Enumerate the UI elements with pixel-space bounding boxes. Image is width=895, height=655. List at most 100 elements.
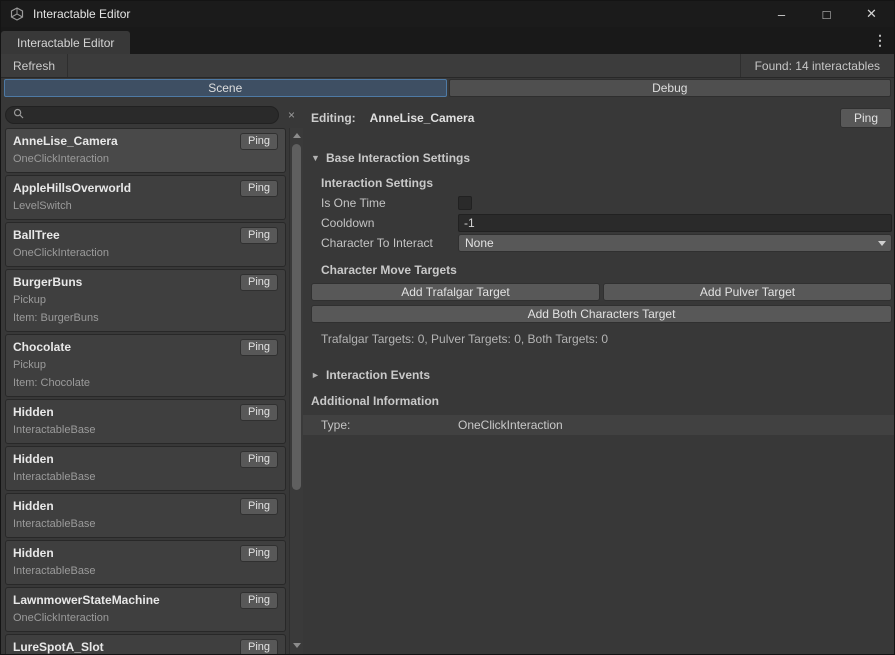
is-one-time-label: Is One Time <box>321 196 458 210</box>
is-one-time-row: Is One Time <box>311 193 892 213</box>
item-type: InteractableBase <box>13 516 278 533</box>
list-item[interactable]: AnneLise_Camera Ping OneClickInteraction <box>5 128 286 173</box>
ping-button[interactable]: Ping <box>240 274 278 291</box>
ping-button[interactable]: Ping <box>240 592 278 609</box>
chevron-down-icon <box>878 241 886 246</box>
search-clear-button[interactable]: × <box>284 108 299 122</box>
cooldown-row: Cooldown <box>311 213 892 233</box>
is-one-time-checkbox[interactable] <box>458 196 472 210</box>
add-pulver-target-button[interactable]: Add Pulver Target <box>603 283 892 301</box>
app-icon <box>9 6 25 22</box>
item-name: LureSpotA_Slot <box>13 639 104 654</box>
ping-button[interactable]: Ping <box>240 227 278 244</box>
add-trafalgar-target-button[interactable]: Add Trafalgar Target <box>311 283 600 301</box>
item-detail: Item: BurgerBuns <box>13 310 278 327</box>
ping-button[interactable]: Ping <box>240 451 278 468</box>
toolbar: Refresh Found: 14 interactables <box>1 54 894 78</box>
tab-interactable-editor[interactable]: Interactable Editor <box>1 31 130 54</box>
list-item[interactable]: Hidden Ping InteractableBase <box>5 446 286 491</box>
content-area: × AnneLise_Camera Ping OneClickInteracti… <box>1 98 894 654</box>
foldout-open-icon: ▼ <box>311 153 320 163</box>
list-area: AnneLise_Camera Ping OneClickInteraction… <box>1 128 303 654</box>
search-icon <box>13 108 24 122</box>
type-value: OneClickInteraction <box>458 418 563 432</box>
item-type: Pickup <box>13 357 278 374</box>
foldout-base-label: Base Interaction Settings <box>326 151 470 165</box>
item-name: Hidden <box>13 451 54 468</box>
item-name: Chocolate <box>13 339 71 356</box>
titlebar: Interactable Editor – □ ✕ <box>1 1 894 27</box>
found-count-label: Found: 14 interactables <box>740 54 894 77</box>
type-label: Type: <box>321 418 458 432</box>
window-title: Interactable Editor <box>33 7 130 21</box>
ping-button[interactable]: Ping <box>240 180 278 197</box>
list-item-header: Hidden Ping <box>13 404 278 421</box>
editing-label: Editing: <box>311 111 356 125</box>
editing-row: Editing: AnneLise_Camera Ping <box>311 108 892 128</box>
interaction-settings-header: Interaction Settings <box>321 176 892 191</box>
inspector-ping-button[interactable]: Ping <box>840 108 892 128</box>
both-target-button-row: Add Both Characters Target <box>311 305 892 323</box>
ping-button[interactable]: Ping <box>240 339 278 356</box>
foldout-events-label: Interaction Events <box>326 368 430 382</box>
cooldown-field[interactable] <box>458 214 892 232</box>
ping-button[interactable]: Ping <box>240 133 278 150</box>
item-name: BallTree <box>13 227 60 244</box>
minimize-button[interactable]: – <box>759 1 804 27</box>
list-item[interactable]: AppleHillsOverworld Ping LevelSwitch <box>5 175 286 220</box>
interactable-editor-window: Interactable Editor – □ ✕ Interactable E… <box>0 0 895 655</box>
item-type: LevelSwitch <box>13 198 278 215</box>
close-button[interactable]: ✕ <box>849 1 894 27</box>
editor-tab-bar: Interactable Editor ⋮ <box>1 27 894 54</box>
targets-summary: Trafalgar Targets: 0, Pulver Targets: 0,… <box>321 332 892 347</box>
list-item-header: Hidden Ping <box>13 545 278 562</box>
character-to-interact-row: Character To Interact None <box>311 233 892 253</box>
list-item[interactable]: BallTree Ping OneClickInteraction <box>5 222 286 267</box>
scroll-down-icon[interactable] <box>290 638 303 652</box>
scrollbar-thumb[interactable] <box>292 144 301 490</box>
mode-tabs: Scene Debug <box>1 78 894 98</box>
list-item[interactable]: Hidden Ping InteractableBase <box>5 493 286 538</box>
ping-button[interactable]: Ping <box>240 639 278 654</box>
character-move-targets-header: Character Move Targets <box>321 263 892 278</box>
item-name: Hidden <box>13 545 54 562</box>
list-item-header: LureSpotA_Slot Ping <box>13 639 278 654</box>
list-item[interactable]: Chocolate Ping Pickup Item: Chocolate <box>5 334 286 397</box>
item-type: Pickup <box>13 292 278 309</box>
list-item-header: AppleHillsOverworld Ping <box>13 180 278 197</box>
additional-information-header: Additional Information <box>311 393 892 409</box>
cooldown-label: Cooldown <box>321 216 458 230</box>
list-item-header: AnneLise_Camera Ping <box>13 133 278 150</box>
item-name: BurgerBuns <box>13 274 82 291</box>
foldout-interaction-events[interactable]: ► Interaction Events <box>311 367 892 383</box>
dropdown-selected-value: None <box>465 236 494 250</box>
scene-list-panel: × AnneLise_Camera Ping OneClickInteracti… <box>1 98 303 654</box>
character-to-interact-dropdown[interactable]: None <box>458 234 892 252</box>
scroll-up-icon[interactable] <box>290 128 303 142</box>
tab-scene[interactable]: Scene <box>4 79 447 97</box>
list-item[interactable]: LureSpotA_Slot Ping <box>5 634 286 654</box>
ping-button[interactable]: Ping <box>240 498 278 515</box>
maximize-button[interactable]: □ <box>804 1 849 27</box>
item-detail: Item: Chocolate <box>13 375 278 392</box>
foldout-base-interaction-settings[interactable]: ▼ Base Interaction Settings <box>311 150 892 166</box>
type-row: Type: OneClickInteraction <box>303 415 894 435</box>
item-name: AnneLise_Camera <box>13 133 118 150</box>
vertical-scrollbar[interactable] <box>289 128 303 654</box>
tab-debug[interactable]: Debug <box>449 79 892 97</box>
ping-button[interactable]: Ping <box>240 404 278 421</box>
search-input[interactable] <box>29 108 271 122</box>
list-item[interactable]: Hidden Ping InteractableBase <box>5 399 286 444</box>
search-field[interactable] <box>5 106 279 124</box>
item-name: LawnmowerStateMachine <box>13 592 160 609</box>
window-menu-icon[interactable]: ⋮ <box>866 32 894 49</box>
ping-button[interactable]: Ping <box>240 545 278 562</box>
list-item[interactable]: LawnmowerStateMachine Ping OneClickInter… <box>5 587 286 632</box>
search-row: × <box>1 98 303 128</box>
interactable-list: AnneLise_Camera Ping OneClickInteraction… <box>1 128 289 654</box>
add-both-characters-target-button[interactable]: Add Both Characters Target <box>311 305 892 323</box>
item-name: Hidden <box>13 404 54 421</box>
list-item[interactable]: BurgerBuns Ping Pickup Item: BurgerBuns <box>5 269 286 332</box>
list-item[interactable]: Hidden Ping InteractableBase <box>5 540 286 585</box>
refresh-button[interactable]: Refresh <box>1 54 68 77</box>
